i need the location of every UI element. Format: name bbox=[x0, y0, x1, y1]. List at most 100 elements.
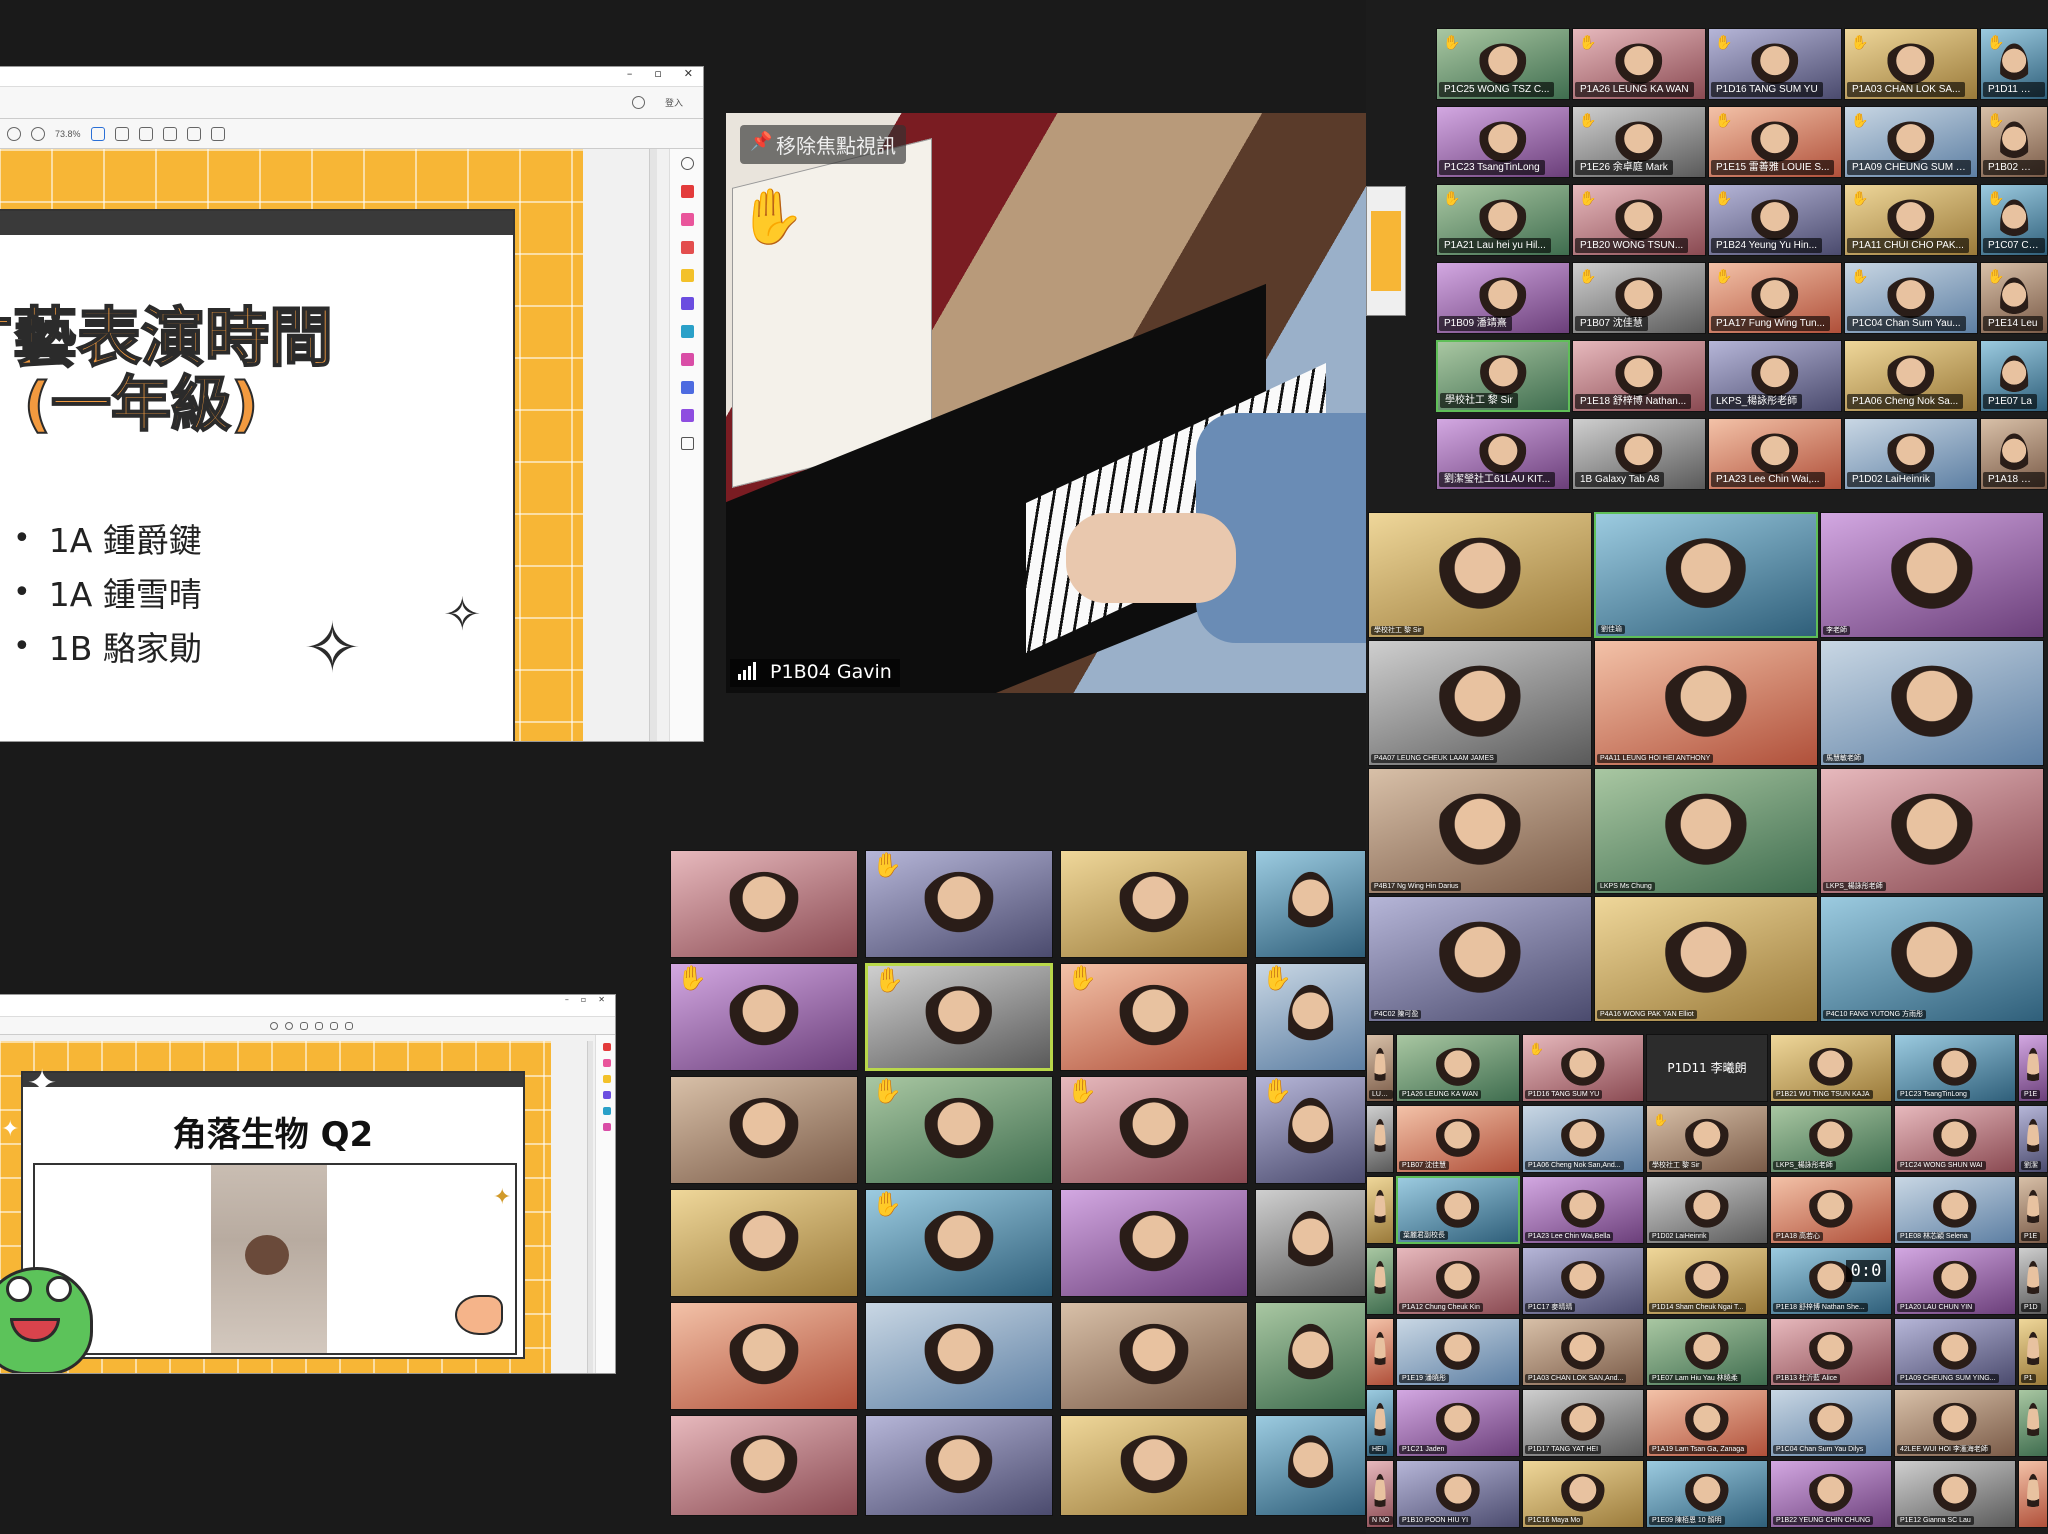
participant-tile[interactable]: P1E bbox=[2018, 1176, 2048, 1244]
participant-tile[interactable]: P1C24 WONG SHUN WAI bbox=[1894, 1105, 2016, 1173]
participant-tile[interactable] bbox=[865, 1302, 1053, 1410]
participant-tile[interactable]: ✋ bbox=[670, 963, 858, 1071]
participant-tile[interactable] bbox=[670, 1189, 858, 1297]
maximize-icon[interactable]: ▫ bbox=[654, 67, 661, 80]
participant-tile[interactable]: P1A18 高若心 bbox=[1770, 1176, 1892, 1244]
participant-tile[interactable]: P1D02 LaiHeinrik bbox=[1646, 1176, 1768, 1244]
participant-tile[interactable]: P1A06 Cheng Nok San,And... bbox=[1522, 1105, 1644, 1173]
participant-tile[interactable]: P1A20 LAU CHUN YIN bbox=[1894, 1247, 2016, 1315]
participant-tile[interactable]: ✋ 學校社工 黎 Sir bbox=[1646, 1105, 1768, 1173]
participant-tile[interactable]: ✋ P1D16 TANG SUM YU bbox=[1708, 28, 1842, 100]
select-icon-2[interactable] bbox=[299, 1021, 308, 1030]
participant-tile[interactable]: P1C23 TsangTinLong bbox=[1436, 106, 1570, 178]
participant-tile[interactable]: 學校社工 黎 Sir bbox=[1436, 340, 1570, 412]
participant-tile[interactable]: P1E18 舒梓博 Nathan... bbox=[1572, 340, 1706, 412]
zoom-out-icon[interactable] bbox=[7, 126, 21, 141]
participant-tile[interactable]: P1A06 Cheng Nok Sa... bbox=[1844, 340, 1978, 412]
participant-tile[interactable]: ✋ P1A11 CHUI CHO PAK... bbox=[1844, 184, 1978, 256]
participant-tile[interactable] bbox=[670, 850, 858, 958]
participant-tile[interactable]: ✋ P1E26 余卓庭 Mark bbox=[1572, 106, 1706, 178]
search-icon[interactable] bbox=[681, 157, 694, 170]
participant-tile[interactable]: ✋ P1B20 WONG TSUN... bbox=[1572, 184, 1706, 256]
participant-tile[interactable]: P1E08 林芯穎 Selena bbox=[1894, 1176, 2016, 1244]
organize-pages-icon[interactable] bbox=[681, 213, 694, 226]
participant-tile[interactable]: P1 bbox=[2018, 1318, 2048, 1386]
participant-tile[interactable]: P1D14 Sham Cheuk Ngai T... bbox=[1646, 1247, 1768, 1315]
participant-tile[interactable]: 葉麗君副校長 bbox=[1396, 1176, 1520, 1244]
participant-tile[interactable]: P4C02 陳可盈 bbox=[1368, 896, 1592, 1022]
pen-icon[interactable] bbox=[162, 126, 177, 141]
combine-icon[interactable] bbox=[681, 297, 694, 310]
participant-tile[interactable] bbox=[1366, 1176, 1394, 1244]
participant-tile[interactable]: ✋ P1E14 Leu bbox=[1980, 262, 2048, 334]
help-icon[interactable] bbox=[631, 96, 645, 109]
participant-tile[interactable]: 李老師 bbox=[1820, 512, 2044, 638]
participant-tile[interactable] bbox=[1255, 1189, 1366, 1297]
close-icon-2[interactable]: ✕ bbox=[598, 995, 605, 1004]
participant-tile[interactable]: ✋ P1B07 沈佳慧 bbox=[1572, 262, 1706, 334]
participant-tile[interactable] bbox=[1255, 1415, 1366, 1516]
participant-tile[interactable]: ✋ bbox=[1255, 1076, 1366, 1184]
rail-icon-a[interactable] bbox=[602, 1043, 611, 1051]
zoom-in-icon-2[interactable] bbox=[284, 1021, 293, 1030]
sign-icon[interactable] bbox=[186, 126, 201, 141]
participant-tile[interactable]: LUNG bbox=[1366, 1034, 1394, 1102]
participant-tile[interactable]: 劉潔 bbox=[2018, 1105, 2048, 1173]
participant-tile-camera-off[interactable]: P1D11 李曦朗 bbox=[1646, 1034, 1768, 1102]
rail-icon-c[interactable] bbox=[602, 1075, 611, 1083]
participant-tile[interactable]: P1E07 Lam Hiu Yau 林曉柔 bbox=[1646, 1318, 1768, 1386]
participant-tile[interactable]: 42LEE WUI HOI 李滙海老師 bbox=[1894, 1389, 2016, 1457]
participant-tile[interactable]: P1B21 WU TING TSUN KAJA bbox=[1770, 1034, 1892, 1102]
rail-icon-b[interactable] bbox=[602, 1059, 611, 1067]
participant-tile[interactable]: P1D02 LaiHeinrik bbox=[1844, 418, 1978, 490]
participant-tile[interactable] bbox=[1060, 850, 1248, 958]
participant-tile[interactable]: LKPS_楊詠彤老師 bbox=[1820, 768, 2044, 894]
participant-tile[interactable]: ✋ bbox=[1060, 963, 1248, 1071]
participant-tile[interactable]: P1A09 CHEUNG SUM YING... bbox=[1894, 1318, 2016, 1386]
participant-tile[interactable]: ✋ bbox=[865, 1076, 1053, 1184]
edit-pdf-icon[interactable] bbox=[681, 241, 694, 254]
export-pdf-icon[interactable] bbox=[681, 185, 694, 198]
participant-tile[interactable]: P1A26 LEUNG KA WAN bbox=[1396, 1034, 1520, 1102]
participant-tile[interactable]: ✋ bbox=[865, 850, 1053, 958]
participant-tile[interactable]: 學校社工 黎 Sir bbox=[1368, 512, 1592, 638]
participant-tile[interactable]: P1B22 YEUNG CHIN CHUNG bbox=[1770, 1460, 1892, 1528]
participant-tile[interactable]: P1E09 陳栢恩 10 顏明 bbox=[1646, 1460, 1768, 1528]
maximize-icon-2[interactable]: ▫ bbox=[581, 995, 586, 1004]
sign-tool-icon[interactable] bbox=[681, 409, 694, 422]
comment-tool-icon[interactable] bbox=[681, 269, 694, 282]
participant-tile[interactable]: ✋ bbox=[1255, 963, 1366, 1071]
participant-tile[interactable] bbox=[1060, 1189, 1248, 1297]
participant-tile[interactable]: 1B Galaxy Tab A8 bbox=[1572, 418, 1706, 490]
featured-video[interactable]: 📌 移除焦點視訊 ✋ P1B04 Gavin bbox=[726, 113, 1366, 693]
zoom-level[interactable]: 73.8% bbox=[55, 129, 81, 139]
participant-tile[interactable]: P1C16 Maya Mo bbox=[1522, 1460, 1644, 1528]
rail-icon-d[interactable] bbox=[602, 1091, 611, 1099]
participant-tile[interactable]: P1E12 Gianna SC Lau bbox=[1894, 1460, 2016, 1528]
participant-tile[interactable]: 馬慧敏老師 bbox=[1820, 640, 2044, 766]
participant-tile[interactable]: ✋ P1A03 CHAN LOK SA... bbox=[1844, 28, 1978, 100]
participant-tile[interactable]: P1B10 POON HIU YI bbox=[1396, 1460, 1520, 1528]
participant-tile[interactable]: ✋ bbox=[865, 1189, 1053, 1297]
close-icon[interactable]: ✕ bbox=[684, 67, 693, 80]
participant-tile[interactable]: P1C21 Jaden bbox=[1396, 1389, 1520, 1457]
participant-tile[interactable]: P4A16 WONG PAK YAN Elliot bbox=[1594, 896, 1818, 1022]
participant-tile[interactable]: P1E19 潘曉彤 bbox=[1396, 1318, 1520, 1386]
share-icon[interactable] bbox=[210, 126, 225, 141]
participant-tile[interactable] bbox=[670, 1415, 858, 1516]
remove-spotlight-button[interactable]: 📌 移除焦點視訊 bbox=[740, 125, 906, 164]
participant-tile[interactable]: 劉佳瑜 bbox=[1594, 512, 1818, 638]
participant-tile[interactable]: P4A07 LEUNG CHEUK LAAM JAMES bbox=[1368, 640, 1592, 766]
participant-tile[interactable]: P4B17 Ng Wing Hin Darius bbox=[1368, 768, 1592, 894]
sign-in-link[interactable]: 登入 bbox=[665, 96, 683, 109]
participant-tile[interactable]: P1A19 Lam Tsan Ga, Zanaga bbox=[1646, 1389, 1768, 1457]
participant-tile[interactable]: P1C17 麥晴晴 bbox=[1522, 1247, 1644, 1315]
participant-tile[interactable]: ✋ bbox=[1060, 1076, 1248, 1184]
participant-tile[interactable]: P1B09 潘靖熹 bbox=[1436, 262, 1570, 334]
participant-tile[interactable]: ✋ P1A17 Fung Wing Tun... bbox=[1708, 262, 1842, 334]
participant-tile[interactable]: LKPS_楊詠彤老師 bbox=[1770, 1105, 1892, 1173]
participant-tile[interactable]: ✋ P1E15 雷善雅 LOUIE S... bbox=[1708, 106, 1842, 178]
participant-tile[interactable]: LKPS_楊詠彤老師 bbox=[1708, 340, 1842, 412]
page-tool-icon[interactable] bbox=[114, 126, 129, 141]
participant-tile[interactable]: LKPS Ms Chung bbox=[1594, 768, 1818, 894]
